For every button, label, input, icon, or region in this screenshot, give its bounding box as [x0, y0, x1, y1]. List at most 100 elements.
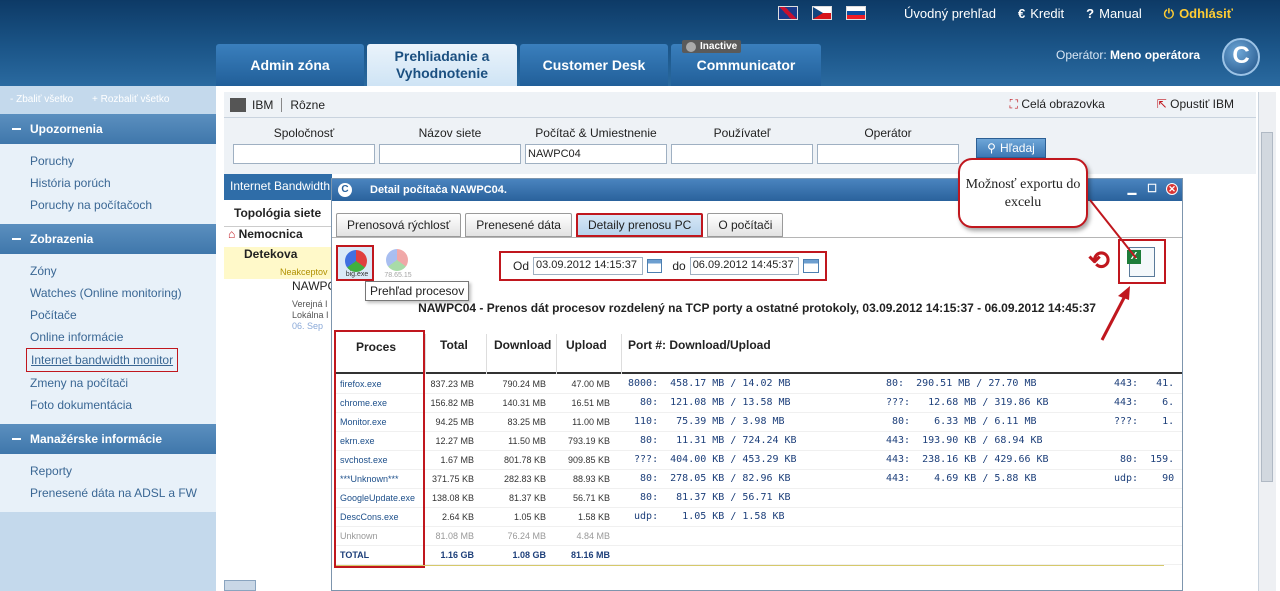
col-upload[interactable]: Upload [566, 338, 607, 352]
sidebar-item-watches[interactable]: Watches (Online monitoring) [30, 282, 216, 304]
sidebar-item-faults[interactable]: Poruchy [30, 150, 216, 172]
download-cell: 11.50 MB [508, 436, 546, 446]
expand-all-link[interactable]: + Rozbaliť všetko [92, 94, 169, 105]
section-views[interactable]: Zobrazenia [0, 224, 216, 254]
sk-flag-icon[interactable] [846, 6, 866, 20]
fullscreen-button[interactable]: ⛶ Celá obrazovka [1010, 97, 1105, 112]
euro-icon: € [1017, 6, 1026, 21]
upload-cell: 16.51 MB [571, 398, 610, 408]
left-sidebar: - Zbaliť všetko + Rozbaliť všetko Upozor… [0, 86, 216, 591]
process-overview-button[interactable]: big.exe [336, 245, 374, 281]
network-input[interactable] [379, 144, 521, 164]
tree-node-computer[interactable]: NAWPC [224, 279, 332, 299]
date-range: Od 03.09.2012 14:15:37 do 06.09.2012 14:… [499, 251, 827, 281]
window-logo-icon: C [338, 183, 352, 197]
sidebar-item-bandwidth-monitor[interactable]: Internet bandwidth monitor [26, 348, 179, 372]
tree-node-hospital[interactable]: ⌂ Nemocnica [224, 227, 332, 247]
filter-bar: Spoločnosť Názov siete Počítač & Umiestn… [224, 118, 1256, 174]
scroll-thumb[interactable] [1261, 132, 1273, 482]
port-cell: ???: 404.00 KB / 453.29 KB [628, 454, 797, 465]
computer-input[interactable]: NAWPC04 [525, 144, 667, 164]
total-cell: 371.75 KB [431, 474, 474, 484]
section-alerts[interactable]: Upozornenia [0, 114, 216, 144]
section-management[interactable]: Manažérske informácie [0, 424, 216, 454]
table-row[interactable]: Monitor.exe 94.25 MB 83.25 MB 11.00 MB 110:… [336, 413, 1182, 432]
sidebar-item-photo-docs[interactable]: Foto dokumentácia [30, 394, 216, 416]
table-row[interactable]: DescCons.exe 2.64 KB 1.05 KB 1.58 KB udp: 1… [336, 508, 1182, 527]
tab-transfer-details[interactable]: Detaily prenosu PC [575, 213, 704, 237]
help-icon: ? [1086, 6, 1095, 21]
tree-node-detected[interactable]: Detekova [224, 247, 332, 267]
port-cell: 443: 193.90 KB / 68.94 KB [886, 435, 1043, 446]
uk-flag-icon[interactable] [778, 6, 798, 20]
top-links: Úvodný prehľad € Kredit ? Manual ⏻ Odhlásiť [904, 6, 1233, 22]
tab-admin-zone[interactable]: Admin zóna [216, 44, 364, 86]
total-cell: 156.82 MB [430, 398, 474, 408]
table-row[interactable]: chrome.exe 156.82 MB 140.31 MB 16.51 MB 80:… [336, 394, 1182, 413]
tab-transfer-speed[interactable]: Prenosová rýchlosť [336, 213, 462, 237]
table-bottom-line [336, 565, 1164, 566]
maximize-icon[interactable]: ☐ [1146, 183, 1158, 195]
calendar-icon[interactable] [646, 259, 663, 273]
company-input[interactable] [233, 144, 375, 164]
management-list: Reporty Prenesené dáta na ADSL a FW [0, 454, 216, 512]
overview-link[interactable]: Úvodný prehľad [904, 6, 996, 22]
ip-overview-button[interactable]: 78.65.15 [378, 245, 416, 281]
upload-cell: 88.93 KB [572, 474, 610, 484]
sidebar-item-computer-changes[interactable]: Zmeny na počítači [30, 372, 216, 394]
various-menu[interactable]: Rôzne [290, 98, 325, 112]
upload-cell: 4.84 MB [576, 531, 610, 541]
collapse-all-link[interactable]: - Zbaliť všetko [10, 94, 73, 105]
date-from-input[interactable]: 03.09.2012 14:15:37 [533, 257, 643, 275]
ip-overview-caption: 78.65.15 [384, 272, 412, 279]
export-excel-button[interactable] [1118, 239, 1166, 284]
download-cell: 282.83 KB [503, 474, 546, 484]
sidebar-item-zones[interactable]: Zóny [30, 260, 216, 282]
user-input[interactable] [671, 144, 813, 164]
manual-link[interactable]: ? Manual [1086, 6, 1142, 22]
credit-link[interactable]: € Kredit [1018, 6, 1064, 22]
minimize-icon[interactable]: ▁ [1126, 183, 1138, 195]
tab-about-computer[interactable]: O počítači [707, 213, 784, 237]
sidebar-item-adsl-data[interactable]: Prenesené dáta na ADSL a FW [30, 482, 216, 504]
calendar-icon[interactable] [803, 259, 819, 273]
table-row[interactable]: Unknown 81.08 MB 76.24 MB 4.84 MB [336, 527, 1182, 546]
table-row[interactable]: ekrn.exe 12.27 MB 11.50 MB 793.19 KB 80: 11… [336, 432, 1182, 451]
search-icon: ⚲ [987, 141, 996, 155]
table-row[interactable]: svchost.exe 1.67 MB 801.78 KB 909.85 KB ???… [336, 451, 1182, 470]
app-logo: C [1222, 38, 1260, 76]
sidebar-item-computer-faults[interactable]: Poruchy na počítačoch [30, 194, 216, 216]
exit-ibm-button[interactable]: ⇱ Opustiť IBM [1157, 97, 1234, 112]
tab-customer-desk[interactable]: Customer Desk [520, 44, 668, 86]
download-cell: 76.24 MB [507, 531, 546, 541]
table-row[interactable]: firefox.exe 837.23 MB 790.24 MB 47.00 MB 800… [336, 375, 1182, 394]
logout-link[interactable]: ⏻ Odhlásiť [1164, 6, 1233, 22]
page-scrollbar[interactable] [1258, 92, 1276, 591]
tab-transferred-data[interactable]: Prenesené dáta [465, 213, 572, 237]
sidebar-item-online-info[interactable]: Online informácie [30, 326, 216, 348]
sidebar-item-fault-history[interactable]: História porúch [30, 172, 216, 194]
search-button[interactable]: ⚲ Hľadaj [976, 138, 1046, 158]
refresh-icon[interactable]: ⟲ [1088, 245, 1118, 277]
sidebar-item-reports[interactable]: Reporty [30, 460, 216, 482]
col-download[interactable]: Download [494, 338, 551, 352]
cz-flag-icon[interactable] [812, 6, 832, 20]
exit-icon: ⇱ [1156, 97, 1171, 111]
col-ports[interactable]: Port #: Download/Upload [628, 338, 771, 352]
close-icon[interactable]: ✕ [1166, 183, 1178, 195]
col-divider [556, 334, 557, 374]
tab-review-evaluation[interactable]: Prehliadanie a Vyhodnotenie [367, 44, 517, 86]
toolbar-right: ⛶ Celá obrazovka ⇱ Opustiť IBM [1010, 97, 1234, 112]
table-row[interactable]: ***Unknown*** 371.75 KB 282.83 KB 88.93 KB … [336, 470, 1182, 489]
table-row[interactable]: GoogleUpdate.exe 138.08 KB 81.37 KB 56.71 K… [336, 489, 1182, 508]
date-to-input[interactable]: 06.09.2012 14:45:37 [689, 257, 800, 275]
ibm-menu[interactable]: IBM [252, 98, 273, 112]
sidebar-item-computers[interactable]: Počítače [30, 304, 216, 326]
table-row[interactable]: TOTAL 1.16 GB 1.08 GB 81.16 MB [336, 546, 1182, 565]
upload-cell: 793.19 KB [567, 436, 610, 446]
download-cell: 1.05 KB [513, 512, 546, 522]
col-total[interactable]: Total [440, 338, 468, 352]
collapse-panel-icon[interactable] [224, 580, 256, 591]
operator-input[interactable] [817, 144, 959, 164]
upload-cell: 909.85 KB [567, 455, 610, 465]
